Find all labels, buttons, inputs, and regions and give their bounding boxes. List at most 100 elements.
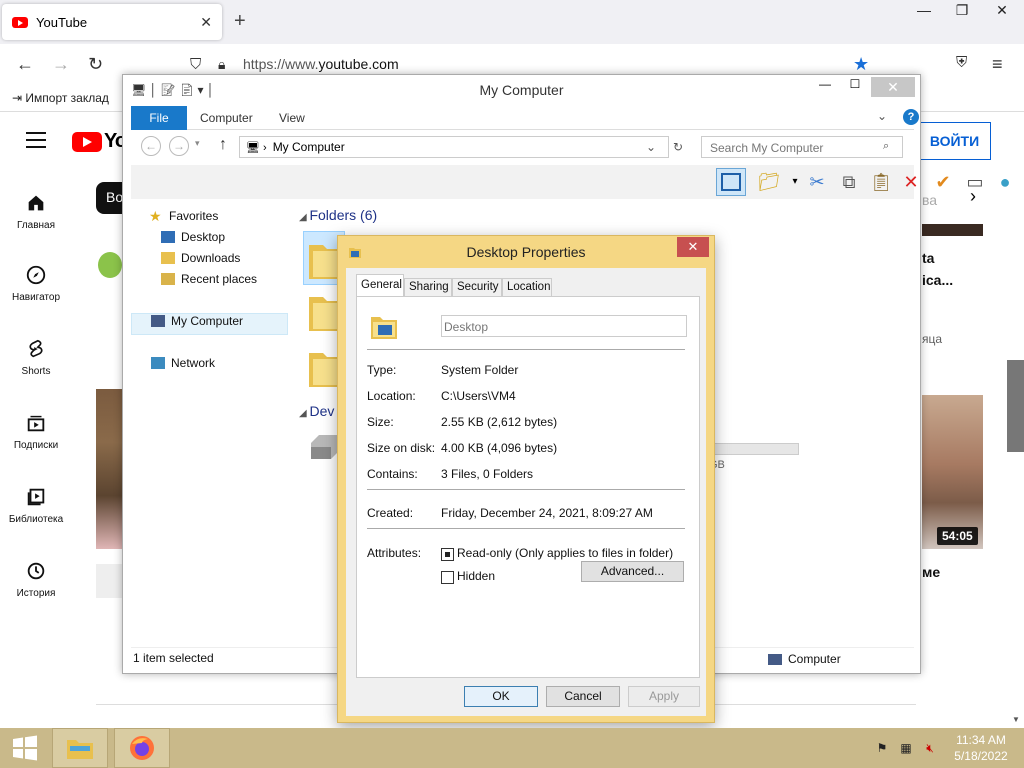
- folders-section-header[interactable]: ◢ Folders (6): [299, 207, 377, 223]
- youtube-logo-icon[interactable]: [72, 132, 102, 152]
- video-title-partial[interactable]: ta: [922, 250, 934, 266]
- search-input[interactable]: Search My Computer: [701, 136, 903, 158]
- page-scrollbar[interactable]: [1007, 360, 1024, 452]
- nav-item-desktop[interactable]: Desktop: [161, 230, 225, 244]
- sidebar-item-shorts[interactable]: Shorts: [0, 338, 72, 377]
- browser-tab-youtube[interactable]: YouTube ✕: [2, 4, 222, 40]
- nav-label: Network: [171, 356, 216, 370]
- preview-pane-icon[interactable]: [716, 168, 746, 196]
- sidebar-item-explore[interactable]: Навигатор: [0, 264, 72, 303]
- devices-section-header[interactable]: ◢ Dev: [299, 403, 334, 419]
- tab-sharing[interactable]: Sharing: [404, 278, 452, 296]
- channel-avatar[interactable]: [98, 252, 122, 278]
- delete-icon[interactable]: ✕: [899, 170, 923, 194]
- close-icon[interactable]: ✕: [871, 77, 915, 97]
- apply-button[interactable]: Apply: [628, 686, 700, 707]
- ok-button[interactable]: OK: [464, 686, 538, 707]
- minimize-icon[interactable]: —: [906, 2, 942, 18]
- taskbar: ⚑ ▦ 🔇︎ 11:34 AM 5/18/2022: [0, 728, 1024, 768]
- search-icon[interactable]: ⌕: [883, 140, 889, 153]
- ribbon-tab-view[interactable]: View: [279, 111, 305, 125]
- tab-security[interactable]: Security: [452, 278, 502, 296]
- nav-item-downloads[interactable]: Downloads: [161, 251, 240, 265]
- menu-icon[interactable]: ≡: [992, 54, 1003, 75]
- hidden-label[interactable]: Hidden: [457, 569, 495, 583]
- sidebar-item-home[interactable]: Главная: [0, 192, 72, 231]
- maximize-icon[interactable]: ☐: [843, 77, 867, 97]
- hamburger-menu-icon[interactable]: [26, 132, 46, 153]
- help-icon[interactable]: ?: [903, 109, 919, 125]
- readonly-label[interactable]: Read-only (Only applies to files in fold…: [457, 546, 673, 560]
- globe-icon[interactable]: ●: [993, 170, 1017, 194]
- nav-item-recent-places[interactable]: Recent places: [161, 272, 257, 286]
- forward-icon[interactable]: →: [169, 136, 189, 156]
- folder-name-input[interactable]: Desktop: [441, 315, 687, 337]
- video-thumbnail-top[interactable]: [922, 224, 983, 236]
- pocket-icon[interactable]: ⛨: [956, 54, 967, 71]
- back-icon[interactable]: ←: [16, 54, 34, 75]
- video-thumbnail-left[interactable]: [96, 389, 122, 549]
- action-center-flag-icon[interactable]: ⚑: [874, 741, 890, 755]
- import-bookmarks-item[interactable]: ⇥ Импорт заклад: [12, 91, 109, 105]
- sidebar-label: Shorts: [21, 366, 51, 377]
- advanced-button[interactable]: Advanced...: [581, 561, 684, 582]
- login-button[interactable]: ВОЙТИ: [918, 122, 991, 160]
- back-icon[interactable]: ←: [141, 136, 161, 156]
- address-dropdown-icon[interactable]: ⌄: [646, 140, 656, 154]
- video-title-partial-2[interactable]: ica...: [922, 272, 953, 288]
- ribbon-expand-icon[interactable]: ⌄: [877, 109, 887, 123]
- volume-muted-icon[interactable]: 🔇︎: [922, 741, 938, 755]
- dialog-titlebar[interactable]: Desktop Properties ✕: [338, 236, 714, 268]
- restore-icon[interactable]: ❐: [944, 2, 980, 19]
- tab-location[interactable]: Location: [502, 278, 552, 296]
- reload-icon[interactable]: ↻: [88, 54, 103, 75]
- nav-item-my-computer[interactable]: My Computer: [151, 314, 243, 328]
- size-value: 2.55 KB (2,612 bytes): [441, 415, 558, 429]
- scroll-down-icon[interactable]: ▼: [1012, 715, 1020, 724]
- explorer-titlebar[interactable]: 🖥︎ │ 📝︎ 📄︎ ▾ │ My Computer — ☐ ✕: [123, 75, 920, 105]
- nav-item-network[interactable]: Network: [151, 356, 215, 370]
- sidebar-item-library[interactable]: Библиотека: [0, 486, 72, 525]
- copy-icon[interactable]: ⧉: [837, 170, 861, 194]
- dropdown-icon[interactable]: ▾: [783, 170, 807, 194]
- taskbar-explorer[interactable]: [52, 728, 108, 768]
- nav-item-favorites[interactable]: ★ Favorites: [149, 209, 218, 223]
- new-tab-button[interactable]: +: [234, 10, 246, 33]
- chip-partial[interactable]: ва: [922, 192, 937, 208]
- refresh-icon[interactable]: ↻: [668, 140, 683, 154]
- forward-icon[interactable]: →: [52, 54, 70, 75]
- tab-general[interactable]: General: [356, 274, 404, 296]
- cut-icon[interactable]: ✂: [805, 170, 829, 194]
- taskbar-firefox[interactable]: [114, 728, 170, 768]
- network-tray-icon[interactable]: ▦: [898, 741, 914, 755]
- close-window-icon[interactable]: ✕: [984, 2, 1020, 19]
- recent-locations-icon[interactable]: ▾: [195, 138, 200, 149]
- sidebar-item-history[interactable]: История: [0, 560, 72, 599]
- up-icon[interactable]: ↑: [219, 136, 227, 154]
- dialog-title: Desktop Properties: [466, 244, 586, 260]
- dialog-close-icon[interactable]: ✕: [677, 237, 709, 257]
- video-thumbnail-right[interactable]: [922, 395, 983, 549]
- video-title-partial-3[interactable]: ме: [922, 564, 940, 580]
- ribbon-tab-computer[interactable]: Computer: [200, 111, 253, 125]
- start-button[interactable]: [0, 728, 50, 768]
- minimize-icon[interactable]: —: [813, 77, 837, 97]
- close-tab-icon[interactable]: ✕: [200, 14, 212, 31]
- channel-avatar-left[interactable]: [96, 564, 122, 598]
- ribbon-tab-file[interactable]: File: [131, 106, 187, 130]
- desktop-icon: [161, 231, 175, 243]
- folder-options-icon[interactable]: 📁︎: [757, 170, 781, 194]
- sidebar-item-subscriptions[interactable]: Подписки: [0, 412, 72, 451]
- url-text[interactable]: https://www.youtube.com: [243, 56, 399, 72]
- cancel-button[interactable]: Cancel: [546, 686, 620, 707]
- hidden-checkbox[interactable]: [441, 571, 454, 584]
- paste-icon[interactable]: 📋︎: [869, 170, 893, 194]
- address-bar[interactable]: 🖥︎ › My Computer ⌄ ↻: [239, 136, 683, 158]
- check-icon[interactable]: ✔: [931, 170, 955, 194]
- system-clock[interactable]: 11:34 AM 5/18/2022: [948, 732, 1014, 764]
- collapse-icon: ◢: [299, 408, 310, 419]
- readonly-checkbox[interactable]: [441, 548, 454, 561]
- rename-icon[interactable]: ▭: [963, 170, 987, 194]
- downloads-icon: [161, 252, 175, 264]
- navigation-pane: ★ Favorites Desktop Downloads Recent plac…: [131, 201, 291, 645]
